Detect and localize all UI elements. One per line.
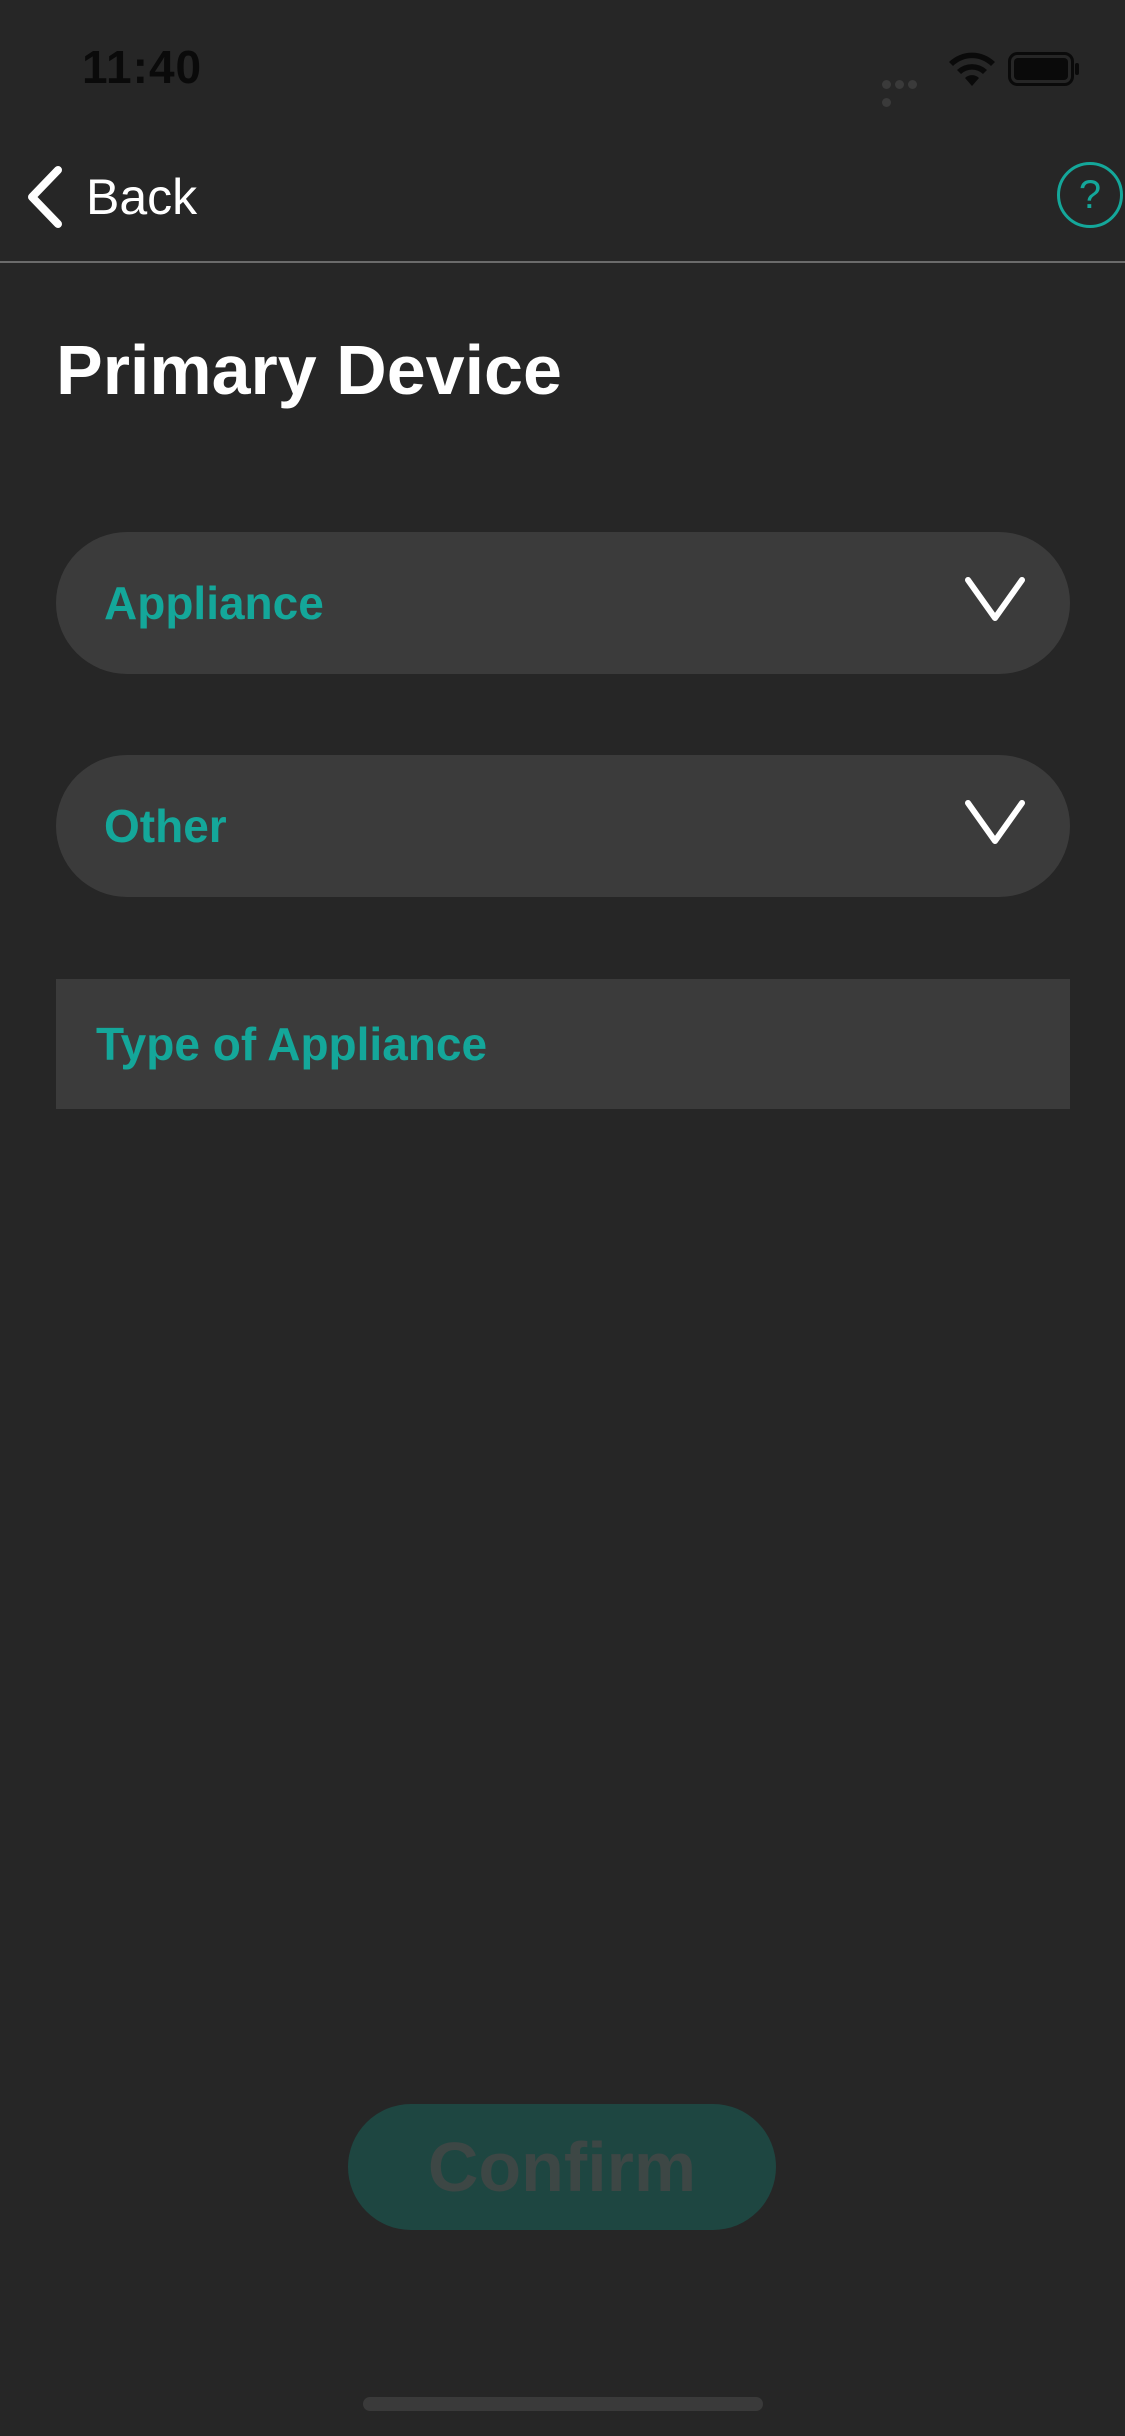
type-of-appliance-input[interactable]: Type of Appliance <box>56 979 1070 1109</box>
help-button[interactable]: ? <box>1057 162 1123 228</box>
back-label: Back <box>86 169 198 225</box>
confirm-button[interactable]: Confirm <box>348 2104 776 2230</box>
wifi-icon <box>949 52 995 86</box>
subcategory-dropdown-value: Other <box>104 800 227 852</box>
page-title: Primary Device <box>56 331 562 409</box>
nav-bar: Back ? <box>0 132 1125 263</box>
chevron-down-icon <box>965 577 1025 621</box>
type-of-appliance-placeholder: Type of Appliance <box>96 1018 488 1070</box>
chevron-left-icon <box>28 166 62 228</box>
help-icon: ? <box>1078 172 1102 217</box>
home-indicator <box>363 2397 763 2411</box>
category-dropdown-value: Appliance <box>104 577 324 629</box>
subcategory-dropdown[interactable]: Other <box>56 755 1070 897</box>
signal-dots-icon <box>882 76 932 107</box>
chevron-down-icon <box>965 800 1025 844</box>
status-bar: 11:40 <box>0 0 1125 132</box>
category-dropdown[interactable]: Appliance <box>56 532 1070 674</box>
battery-icon <box>1008 52 1079 86</box>
status-time: 11:40 <box>82 41 203 93</box>
back-button[interactable]: Back <box>22 162 197 232</box>
